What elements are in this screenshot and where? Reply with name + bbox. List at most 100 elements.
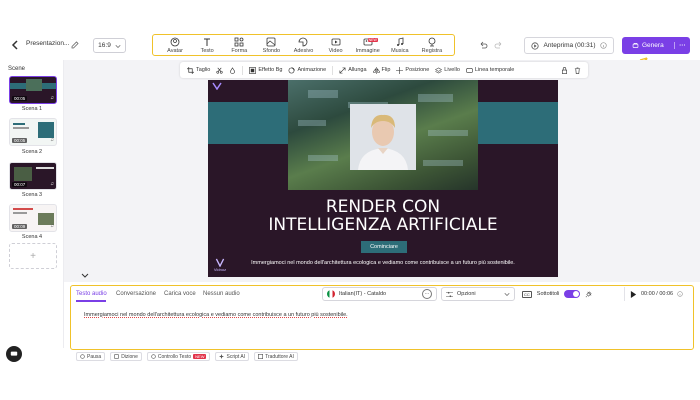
sticker-icon: [299, 37, 308, 46]
tool-label: Testo: [200, 47, 214, 54]
more-dots-icon[interactable]: ···: [422, 289, 432, 299]
pause-chip[interactable]: Pausa: [76, 352, 106, 361]
pin-icon[interactable]: [585, 290, 592, 298]
bg-effect-button[interactable]: Effetto Bg: [247, 66, 284, 74]
tool-record[interactable]: Registra: [417, 37, 447, 54]
scene-duration: 00:07: [12, 182, 28, 187]
scene-thumb-3[interactable]: 00:07 ♫: [9, 162, 57, 190]
options-label: Opzioni: [457, 291, 476, 297]
info-icon: [677, 291, 683, 297]
script-tools: Pausa Dizione Controllo Testo NEW Script…: [76, 352, 298, 362]
undo-icon[interactable]: [478, 40, 488, 50]
aspect-ratio-select[interactable]: 16:9: [93, 38, 126, 53]
tool-shape[interactable]: Forma: [224, 37, 254, 54]
tab-text-audio[interactable]: Testo audio: [76, 291, 107, 297]
shape-icon: [234, 37, 244, 46]
divider: [242, 65, 244, 75]
scene-thumb-2[interactable]: 00:05 ♫: [9, 118, 57, 146]
info-icon: [599, 42, 607, 49]
crop-button[interactable]: Taglio: [185, 66, 212, 74]
tool-music[interactable]: Musica: [385, 36, 415, 54]
ai-script-chip[interactable]: Script AI: [215, 352, 250, 361]
caption-text[interactable]: Immergiamoci nel mondo dell'architettura…: [208, 260, 558, 266]
preview-button[interactable]: Anteprima (00:31): [524, 37, 614, 54]
music-note-icon: ♫: [50, 137, 54, 143]
tool-video[interactable]: Video: [321, 37, 351, 54]
more-options-button[interactable]: ···: [674, 42, 690, 49]
timeline-button[interactable]: Linea temporale: [464, 67, 516, 74]
generate-label: Genera: [642, 42, 664, 49]
watermark: Vidnoz: [212, 258, 228, 274]
script-text[interactable]: Immergiamoci nel mondo dell'architettura…: [84, 312, 348, 318]
add-scene-button[interactable]: +: [9, 243, 57, 269]
plus-icon: +: [30, 250, 36, 262]
scene-thumb-4[interactable]: 00:09 ♫: [9, 204, 57, 232]
help-chat-icon[interactable]: [6, 346, 22, 362]
record-icon: [428, 37, 436, 46]
tool-background[interactable]: Sfondo: [256, 37, 286, 54]
watermark-label: Vidnoz: [213, 267, 227, 272]
diction-chip[interactable]: Dizione: [110, 352, 142, 361]
tool-avatar[interactable]: Avatar: [160, 37, 190, 54]
flip-icon: [372, 66, 380, 74]
sparkle-icon: [219, 354, 225, 359]
lock-button[interactable]: [559, 66, 570, 74]
position-button[interactable]: Posizione: [394, 66, 431, 74]
active-tab-indicator: [76, 300, 106, 302]
droplet-icon: [230, 66, 236, 74]
headline-line-2[interactable]: INTELLIGENZA ARTIFICIALE: [208, 215, 558, 235]
flip-label: Flip: [381, 67, 391, 73]
crop-icon: [187, 66, 194, 74]
position-label: Posizione: [405, 67, 430, 73]
subtitles-toggle[interactable]: [564, 290, 581, 298]
background-icon: [266, 37, 276, 46]
tab-upload-voice[interactable]: Carica voce: [164, 291, 196, 297]
scene-label: Scena 2: [21, 149, 43, 155]
tool-label: Forma: [231, 47, 248, 54]
voice-select[interactable]: Italian(IT) - Cataldo ···: [322, 287, 437, 301]
scene-duration: 00:09: [12, 224, 28, 229]
play-circle-icon: [531, 41, 540, 50]
trash-icon: [574, 67, 581, 74]
stretch-button[interactable]: Allunga: [337, 67, 368, 74]
watermark-logo-icon: [215, 258, 225, 267]
options-select[interactable]: Opzioni: [441, 287, 515, 301]
tab-no-audio[interactable]: Nessun audio: [203, 291, 240, 297]
layers-icon: [435, 67, 443, 73]
insert-toolbar: Avatar Testo Forma Sfondo Adesivo Video …: [152, 34, 455, 56]
text-check-chip[interactable]: Controllo Testo NEW: [146, 352, 211, 361]
tool-sticker[interactable]: Adesivo: [288, 37, 318, 54]
chip-label: Controllo Testo: [157, 353, 192, 360]
collapse-panel-chevron-icon[interactable]: [80, 270, 90, 280]
back-chevron-icon[interactable]: [8, 38, 22, 52]
subtitles-label: Sottotitoli: [536, 291, 560, 297]
video-icon: [331, 38, 340, 45]
play-icon[interactable]: [630, 290, 637, 298]
headline-line-1[interactable]: RENDER CON: [208, 197, 558, 217]
flip-button[interactable]: Flip: [371, 66, 393, 74]
scissors-icon: [216, 67, 223, 74]
animation-button[interactable]: Animazione: [286, 66, 328, 74]
edit-pencil-icon[interactable]: [70, 40, 80, 50]
timeline-icon: [466, 67, 473, 73]
cc-icon: CC: [522, 290, 532, 298]
scenes-title: Scene: [8, 66, 26, 72]
delete-button[interactable]: [572, 67, 583, 74]
layer-button[interactable]: Livello: [433, 67, 462, 74]
tool-image[interactable]: NEW Immagine: [353, 37, 383, 54]
scene-duration: 00:05: [12, 96, 28, 101]
avatar-presenter[interactable]: [350, 104, 416, 170]
tab-conversation[interactable]: Conversazione: [116, 291, 156, 297]
color-button[interactable]: [227, 66, 238, 74]
redo-icon[interactable]: [494, 40, 504, 50]
ai-translator-chip[interactable]: Traduttore AI: [254, 352, 298, 361]
new-badge: NEW: [193, 354, 207, 359]
scene-thumb-1[interactable]: 00:05 ♫: [9, 76, 57, 104]
music-note-icon: ♫: [50, 181, 54, 187]
music-icon: [396, 36, 404, 46]
project-name[interactable]: Presentazion...: [26, 40, 69, 47]
remove-bg-button[interactable]: [214, 67, 225, 74]
tool-label: Adesivo: [293, 47, 314, 54]
tool-text[interactable]: Testo: [192, 37, 222, 54]
cta-button[interactable]: Cominciare: [361, 241, 407, 253]
